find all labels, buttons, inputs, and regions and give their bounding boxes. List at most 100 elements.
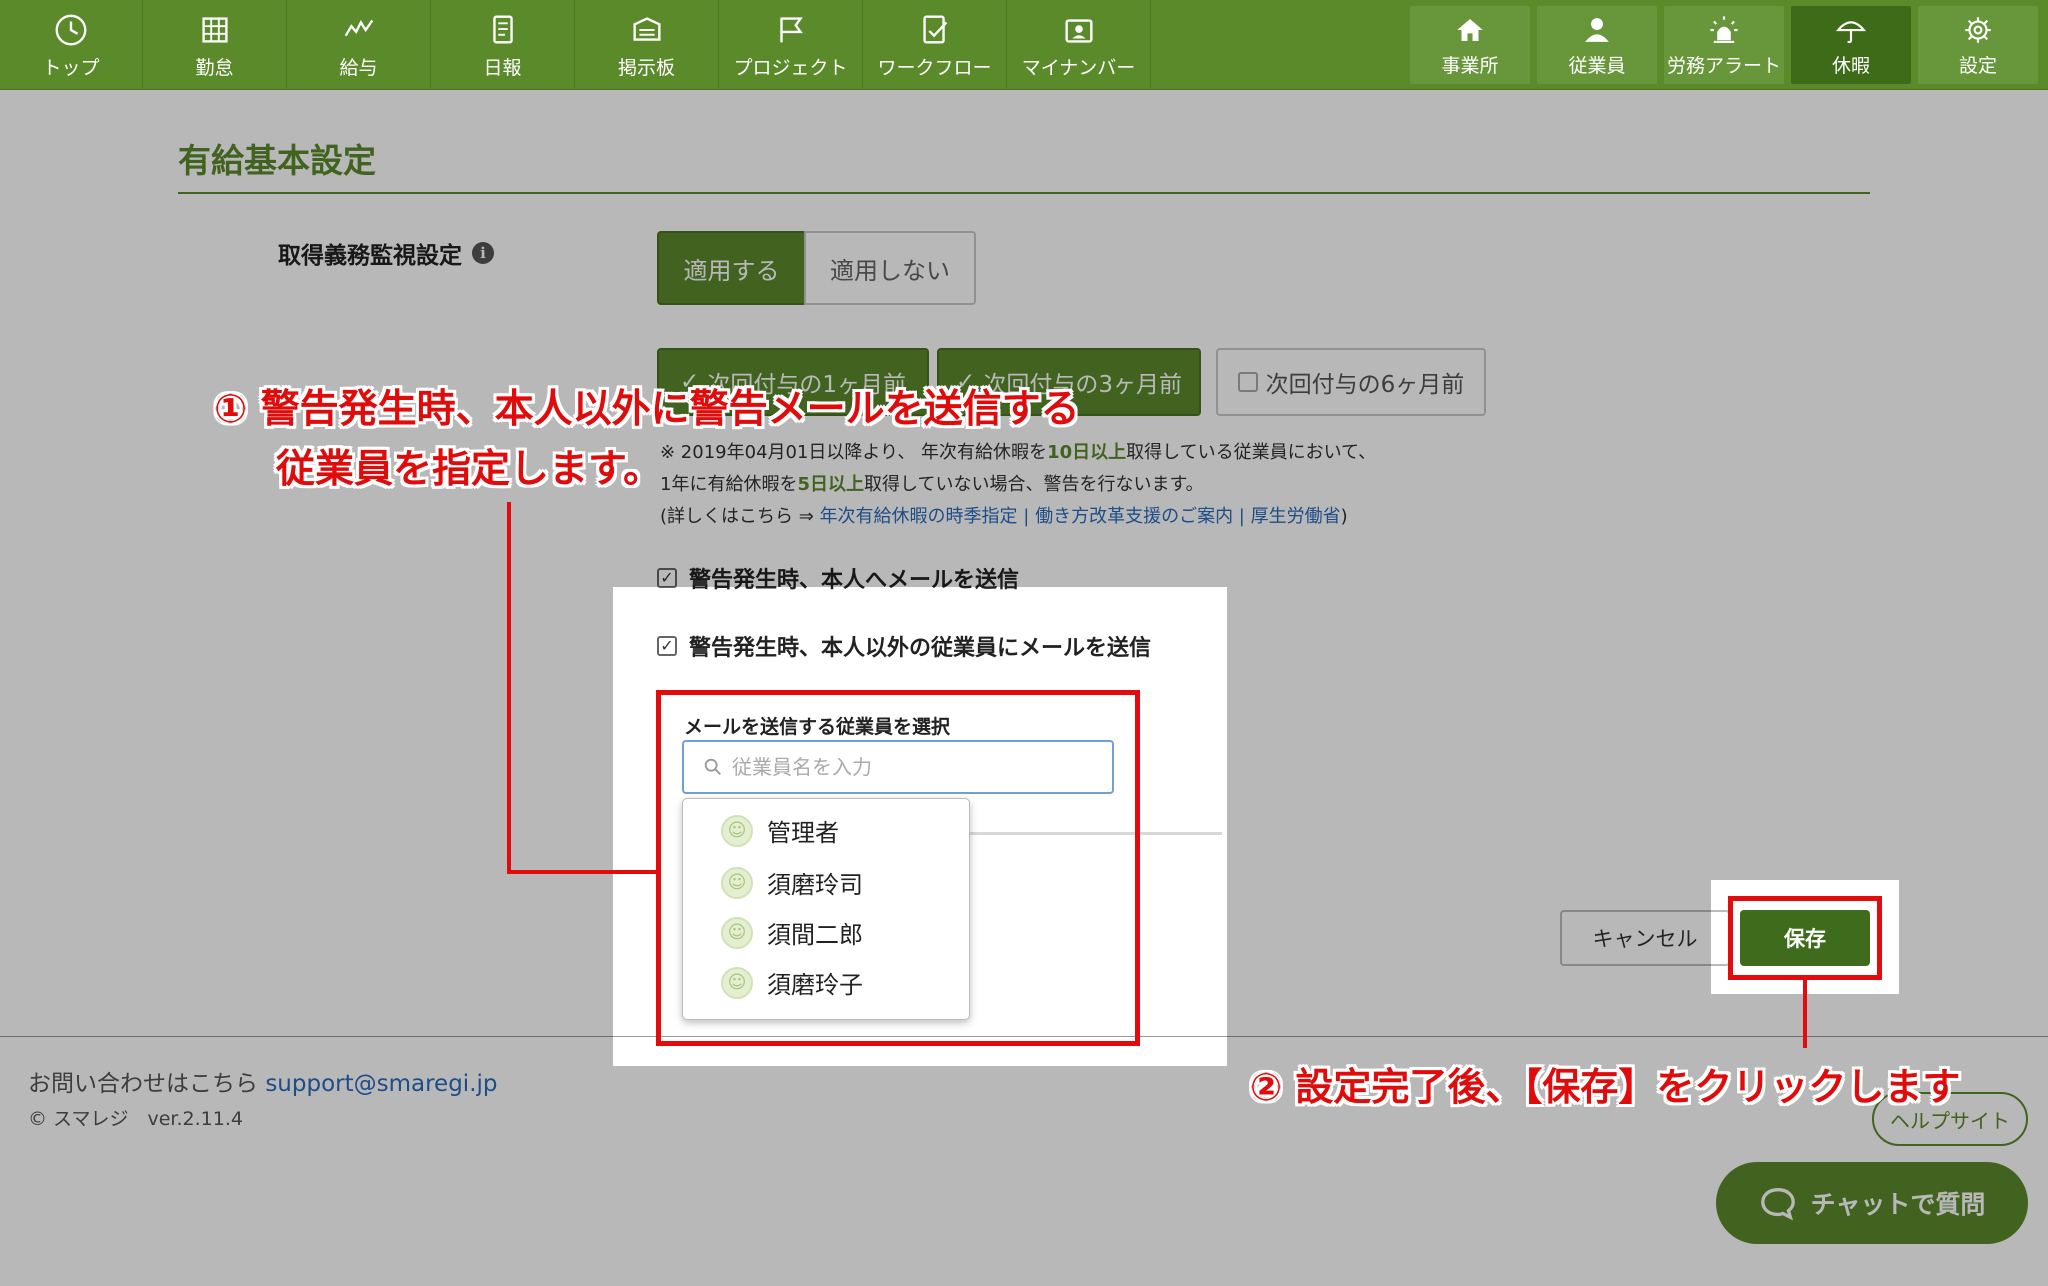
note-line-1: ※ 2019年04月01日以降より、 年次有給休暇を10日以上取得している従業員… <box>660 438 1376 464</box>
footer-contact: お問い合わせはこちら support@smaregi.jp <box>28 1064 498 1098</box>
option-6-month-label: 次回付与の6ヶ月前 <box>1265 372 1465 398</box>
annotation-step1-line1: ① 警告発生時、本人以外に警告メールを送信する <box>214 387 1080 432</box>
nav-settings[interactable]: 設定 <box>1918 6 2038 84</box>
nav-project[interactable]: プロジェクト <box>719 0 863 90</box>
employee-dropdown: ☺ 管理者 ☺ 須磨玲司 ☺ 須間二郎 ☺ 須磨玲子 <box>682 798 970 1020</box>
employee-search-input[interactable] <box>732 755 1092 779</box>
nav-office-label: 事業所 <box>1441 54 1499 77</box>
employee-option-label: 管理者 <box>767 819 839 847</box>
monitor-setting-label: 取得義務監視設定 i <box>278 236 494 270</box>
employee-option-label: 須間二郎 <box>767 921 863 949</box>
info-icon[interactable]: i <box>472 242 494 264</box>
dim-overlay <box>0 587 613 1286</box>
alert-light-icon <box>1710 15 1738 43</box>
employee-option[interactable]: ☺ 管理者 <box>721 813 839 848</box>
option-6-month[interactable]: 次回付与の6ヶ月前 <box>1216 348 1486 416</box>
note-text: 取得していない場合、警告を行ないます。 <box>863 474 1204 495</box>
nav-board-label: 掲示板 <box>617 56 675 79</box>
chat-button[interactable]: チャットで質問 <box>1716 1162 2028 1244</box>
note-text: 1年に有給休暇を <box>660 474 798 495</box>
employee-select-title: メールを送信する従業員を選択 <box>684 716 951 738</box>
note-text: ※ 2019年04月01日以降より、 年次有給休暇を <box>660 442 1048 463</box>
nav-attendance-label: 勤怠 <box>195 56 234 79</box>
mhlw-link[interactable]: 年次有給休暇の時季指定 | 働き方改革支援のご案内 | 厚生労働省 <box>820 506 1341 527</box>
nav-attendance[interactable]: 勤怠 <box>143 0 287 90</box>
top-navigation: トップ 勤怠 給与 日報 掲示板 プロジェクト ワークフロー マイナンバー 事業… <box>0 0 2048 90</box>
nav-workflow-label: ワークフロー <box>877 56 992 79</box>
nav-mynumber-label: マイナンバー <box>1021 56 1136 79</box>
nav-employee-label: 従業員 <box>1568 54 1626 77</box>
flag-icon <box>779 16 803 42</box>
annotation-step1-line2: 従業員を指定します。 <box>276 447 663 492</box>
nav-top-label: トップ <box>42 56 100 79</box>
check-send-self[interactable]: ✓ 警告発生時、本人へメールを送信 <box>657 562 1019 594</box>
save-button[interactable]: 保存 <box>1740 910 1870 966</box>
note-text: (詳しくはこちら ⇒ <box>660 506 820 527</box>
annotation-step2: ② 設定完了後、【保存】をクリックします <box>1250 1065 1961 1109</box>
nav-salary-label: 給与 <box>339 56 378 79</box>
nav-office[interactable]: 事業所 <box>1410 6 1530 84</box>
apply-off-button[interactable]: 適用しない <box>804 231 976 305</box>
nav-mynumber[interactable]: マイナンバー <box>1007 0 1151 90</box>
report-icon <box>492 15 513 44</box>
home-icon <box>1457 18 1483 41</box>
nav-project-label: プロジェクト <box>733 56 848 79</box>
employee-search[interactable] <box>682 740 1114 794</box>
footer-divider <box>0 1036 2048 1037</box>
checkbox-empty-icon <box>1237 372 1258 392</box>
nav-settings-label: 設定 <box>1958 54 1997 77</box>
nav-leave-label: 休暇 <box>1831 54 1870 77</box>
note-text: 取得している従業員において、 <box>1126 442 1377 463</box>
workflow-icon <box>922 15 947 44</box>
dim-overlay <box>613 1066 1227 1286</box>
note-text: ) <box>1340 506 1348 527</box>
checkbox-checked-icon[interactable]: ✓ <box>657 636 677 656</box>
callout-line <box>1803 978 1807 1048</box>
checkbox-checked-icon[interactable]: ✓ <box>657 568 677 588</box>
nav-salary[interactable]: 給与 <box>287 0 431 90</box>
nav-report[interactable]: 日報 <box>431 0 575 90</box>
smiley-avatar-icon: ☺ <box>721 966 753 999</box>
employee-option-label: 須磨玲司 <box>767 871 863 899</box>
employee-option[interactable]: ☺ 須間二郎 <box>721 915 863 950</box>
board-icon <box>632 16 661 41</box>
nav-leave[interactable]: 休暇 <box>1791 6 1911 84</box>
note-line-2: 1年に有給休暇を5日以上取得していない場合、警告を行ないます。 <box>660 470 1204 496</box>
apply-on-button[interactable]: 適用する <box>657 231 806 305</box>
calendar-grid-icon <box>201 16 228 43</box>
nav-board[interactable]: 掲示板 <box>575 0 719 90</box>
smiley-avatar-icon: ☺ <box>721 916 753 949</box>
support-email-link[interactable]: support@smaregi.jp <box>265 1071 497 1097</box>
check-send-others[interactable]: ✓ 警告発生時、本人以外の従業員にメールを送信 <box>657 630 1151 662</box>
gear-icon <box>1965 16 1991 43</box>
note-highlight: 10日以上 <box>1047 442 1127 463</box>
smiley-avatar-icon: ☺ <box>721 814 753 847</box>
chat-button-label: チャットで質問 <box>1810 1190 1986 1219</box>
clock-icon <box>55 14 87 45</box>
note-line-3: (詳しくはこちら ⇒ 年次有給休暇の時季指定 | 働き方改革支援のご案内 | 厚… <box>660 502 1348 528</box>
id-card-icon <box>1064 18 1093 43</box>
chat-bubble-icon <box>1760 1188 1795 1221</box>
nav-workflow[interactable]: ワークフロー <box>863 0 1007 90</box>
section-divider <box>966 832 1222 835</box>
employee-option[interactable]: ☺ 須磨玲司 <box>721 865 863 900</box>
employee-option[interactable]: ☺ 須磨玲子 <box>721 965 863 1000</box>
nav-labor-alert-label: 労務アラート <box>1666 54 1781 77</box>
nav-employee[interactable]: 従業員 <box>1537 6 1657 84</box>
page-title: 有給基本設定 <box>178 141 376 180</box>
chart-line-icon <box>344 19 373 36</box>
search-icon <box>704 758 721 775</box>
monitor-setting-label-text: 取得義務監視設定 <box>278 243 462 269</box>
nav-top[interactable]: トップ <box>0 0 143 90</box>
title-divider <box>178 192 1870 194</box>
nav-report-label: 日報 <box>483 56 522 79</box>
person-icon <box>1585 17 1609 42</box>
check-send-self-label: 警告発生時、本人へメールを送信 <box>689 568 1020 593</box>
cancel-button[interactable]: キャンセル <box>1560 910 1730 966</box>
callout-line <box>507 502 511 874</box>
nav-labor-alert[interactable]: 労務アラート <box>1664 6 1784 84</box>
footer-version: © スマレジ ver.2.11.4 <box>28 1108 243 1130</box>
dim-overlay <box>1227 587 2048 880</box>
callout-line <box>507 870 659 874</box>
footer-contact-label: お問い合わせはこちら <box>28 1071 258 1097</box>
